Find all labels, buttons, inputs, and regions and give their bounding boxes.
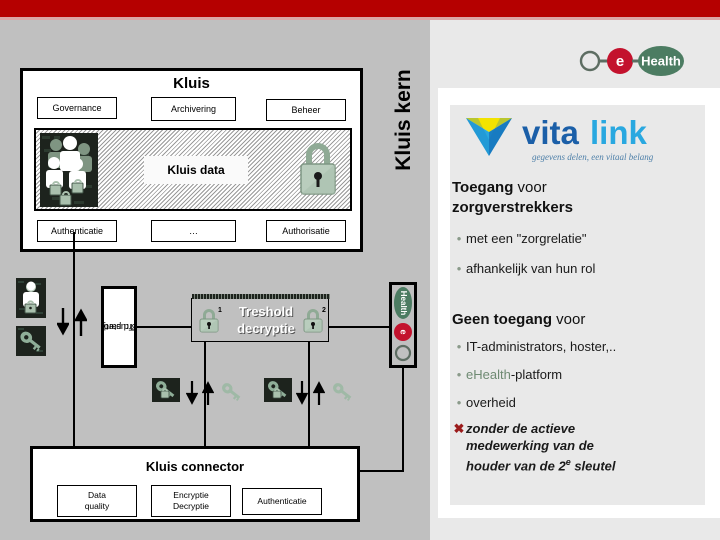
bullet-text-green: eHealth bbox=[466, 367, 511, 382]
bullet-text-rest: -platform bbox=[510, 367, 563, 382]
kluis-button-governance[interactable]: Governance bbox=[37, 97, 117, 119]
svg-text:gegevens delen, een vitaal bel: gegevens delen, een vitaal belang bbox=[532, 152, 654, 162]
heading-geen-toegang-bold: Geen toegang bbox=[452, 311, 553, 328]
kluis-box: Kluis Governance Archivering Beheer Klui… bbox=[20, 68, 363, 252]
bullet-dot-icon: • bbox=[456, 231, 462, 246]
heading-toegang-rest: voor bbox=[513, 179, 547, 196]
kluis-data-band: Kluis data bbox=[34, 128, 352, 211]
key-icon-1 bbox=[218, 380, 246, 404]
threshold-top-band bbox=[192, 294, 330, 299]
svg-text:e: e bbox=[616, 53, 624, 70]
lock-dark-icon-2 bbox=[264, 378, 292, 402]
connector-button-encryptie-decryptie[interactable]: Encryptie Decryptie bbox=[151, 485, 231, 517]
cross-icon: ✖ bbox=[453, 421, 465, 436]
heading-geen-toegang: Geen toegang voor bbox=[452, 310, 692, 330]
bullet-dot-icon: • bbox=[456, 339, 462, 354]
padlock-icon bbox=[298, 138, 338, 200]
kluis-kern-label: Kluis kern bbox=[378, 40, 430, 200]
bullet-text: met een "zorgrelatie" bbox=[466, 231, 587, 246]
wire-person-line bbox=[73, 252, 75, 282]
bullet-text: zonder de actieve medewerking van de hou… bbox=[466, 420, 616, 474]
threshold-label: Treshold decryptie bbox=[237, 304, 295, 336]
arrow-up-1 bbox=[201, 381, 215, 409]
bullet-text-line3b: sleutel bbox=[570, 458, 616, 474]
kluis-button-beheer[interactable]: Beheer bbox=[266, 99, 346, 121]
svg-text:Health: Health bbox=[399, 291, 408, 316]
kluis-data-label: Kluis data bbox=[144, 156, 248, 184]
arrow-down-1 bbox=[185, 381, 199, 409]
kluis-button-authenticatie[interactable]: Authenticatie bbox=[37, 220, 117, 242]
arrow-up-left bbox=[73, 308, 89, 336]
arrow-down-2 bbox=[295, 381, 309, 409]
ehealth-logo: e Health bbox=[576, 42, 686, 80]
trusted-third-party-box: Trusted 3rd party bbox=[101, 286, 137, 368]
bullet-text: overheid bbox=[466, 395, 516, 410]
bullet-item: • afhankelijk van hun rol bbox=[452, 260, 692, 278]
svg-text:Health: Health bbox=[641, 53, 681, 68]
svg-text:vita: vita bbox=[522, 114, 580, 151]
kluis-kern-text: Kluis kern bbox=[392, 69, 415, 171]
bullet-item: • overheid bbox=[452, 394, 692, 412]
wire-lock2-down bbox=[308, 326, 310, 446]
kluis-button-authorisatie[interactable]: Authorisatie bbox=[266, 220, 346, 242]
connector-button-authenticatie[interactable]: Authenticatie bbox=[242, 488, 322, 515]
padlock-1-icon bbox=[198, 306, 220, 334]
padlock-2-icon bbox=[302, 306, 324, 334]
bullet-text-line2: medewerking van de bbox=[466, 438, 594, 453]
diagram-panel: Kluis Governance Archivering Beheer Klui… bbox=[0, 20, 430, 540]
padlock-1-superscript: 1 bbox=[218, 307, 222, 314]
arrow-down-left bbox=[55, 308, 71, 336]
arrow-up-2 bbox=[312, 381, 326, 409]
top-accent-bar bbox=[0, 0, 720, 17]
ehealth-badge: Health e bbox=[389, 282, 417, 368]
bullet-item: • eHealth-platform bbox=[452, 366, 692, 384]
kluis-connector-title: Kluis connector bbox=[145, 459, 245, 474]
heading-toegang-bold: Toegang bbox=[452, 179, 514, 196]
people-data-icon bbox=[40, 133, 98, 207]
wire-threshold-to-ehealth bbox=[329, 326, 389, 328]
svg-text:link: link bbox=[590, 114, 647, 151]
kluis-button-archivering[interactable]: Archivering bbox=[151, 97, 236, 121]
lock-dark-icon-1 bbox=[152, 378, 180, 402]
wire-ehealth-to-connector bbox=[360, 470, 404, 472]
heading-toegang-line2: zorgverstrekkers bbox=[452, 199, 573, 216]
svg-text:e: e bbox=[399, 329, 409, 334]
bullet-text: IT-administrators, hoster,.. bbox=[466, 339, 617, 354]
heading-geen-toegang-rest: voor bbox=[552, 311, 586, 328]
bullet-item: ✖ zonder de actieve medewerking van de h… bbox=[452, 420, 702, 474]
connector-button-data-quality[interactable]: Data quality bbox=[57, 485, 137, 517]
slide-root: Kluis Governance Archivering Beheer Klui… bbox=[0, 0, 720, 540]
kluis-title: Kluis bbox=[173, 75, 210, 92]
kluis-button-more[interactable]: … bbox=[151, 220, 236, 242]
key-icon-2 bbox=[329, 380, 357, 404]
person-with-lock-icon bbox=[16, 278, 46, 318]
padlock-2-superscript: 2 bbox=[322, 307, 326, 314]
wire-t3p-to-threshold bbox=[137, 326, 195, 328]
threshold-decryption-box: Treshold decryptie 1 2 bbox=[191, 294, 330, 342]
bullet-item: • IT-administrators, hoster,.. bbox=[452, 338, 692, 356]
bullet-text: afhankelijk van hun rol bbox=[466, 261, 596, 276]
key-icon bbox=[16, 326, 46, 356]
bullet-dot-icon: • bbox=[456, 395, 462, 410]
bullet-text-line3a: houder van de 2 bbox=[466, 458, 566, 474]
bullet-text-line1: zonder de actieve bbox=[466, 421, 576, 436]
kluis-connector-box: Kluis connector Data quality Encryptie Dec… bbox=[30, 446, 360, 522]
heading-toegang: Toegang voor zorgverstrekkers bbox=[452, 178, 692, 218]
bullet-dot-icon: • bbox=[456, 261, 462, 276]
bullet-item: • met een "zorgrelatie" bbox=[452, 230, 692, 248]
vitalink-logo: vita link gegevens delen, een vitaal bel… bbox=[460, 110, 655, 168]
bullet-text: eHealth-platform bbox=[466, 366, 562, 384]
bullet-dot-icon: • bbox=[456, 367, 462, 382]
